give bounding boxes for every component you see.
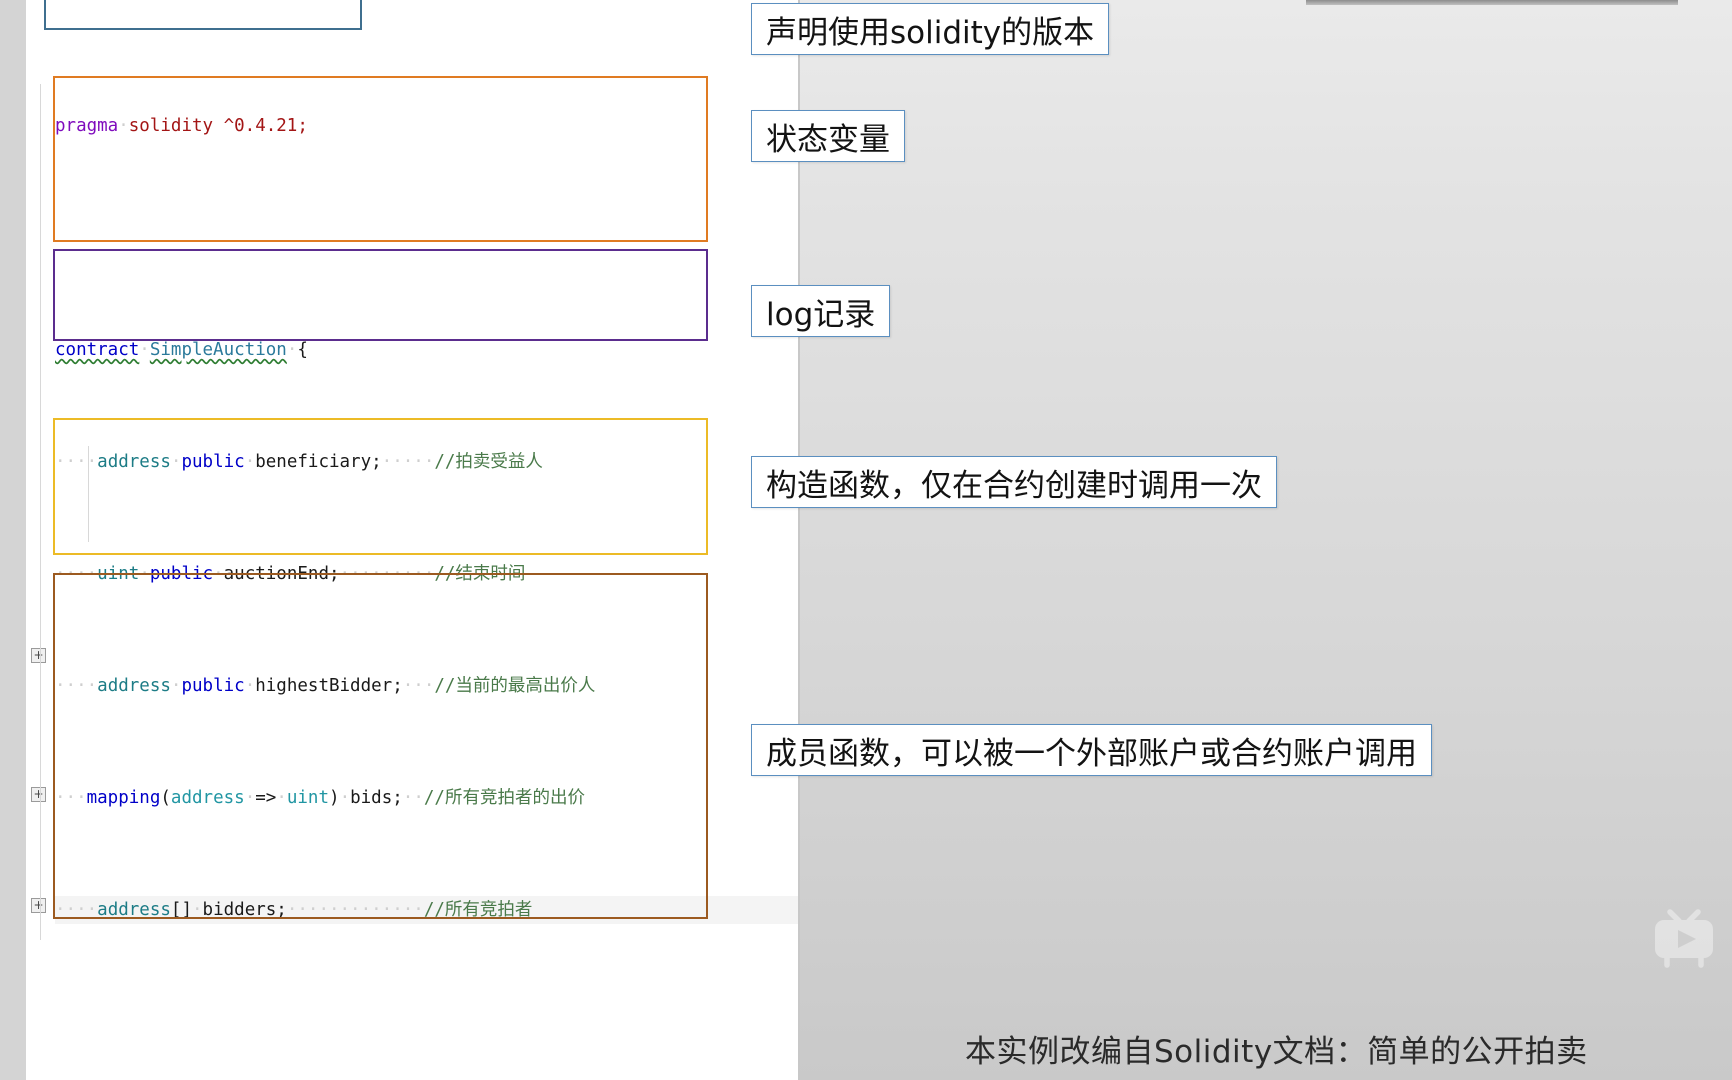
token-contract-keyword: contract [55,340,140,360]
code-line: ····address[]·bidders;·············//所有竞… [55,896,798,924]
comment-endtime: //结束时间 [434,564,526,584]
code-line: ····uint·public·auctionEnd;·········//结束… [55,564,526,584]
comment-all-bidders: //所有竞拍者 [423,900,533,920]
token-type-address: address [97,452,171,472]
annotation-label: 构造函数，仅在合约创建时调用一次 [766,467,1262,504]
token-pragma: pragma [55,116,119,136]
token-contract-name: SimpleAuction [149,340,287,360]
code-line: ···mapping(address·=>·uint)·bids;··//所有竞… [55,788,585,808]
bilibili-tv-play-icon [1655,909,1713,968]
token-ident-auctionend: auctionEnd; [223,564,340,584]
code-line: pragma·solidity ^0.4.21; [55,116,308,136]
annotation-state-vars-note[interactable]: 状态变量 [751,110,905,162]
slide-footer-note: 本实例改编自Solidity文档：简单的公开拍卖 [965,1034,1588,1070]
annotation-version-note[interactable]: 声明使用solidity的版本 [751,3,1110,55]
top-window-strip [1306,0,1678,5]
fold-toggle-pay2beneficiary[interactable]: + [31,898,46,913]
code-text-area[interactable]: pragma·solidity ^0.4.21; contract·Simple… [55,0,798,1080]
token-type-address: address [170,788,245,808]
token-type-uint: uint [286,788,330,808]
token-brace: { [297,340,308,360]
annotation-constructor-note[interactable]: 构造函数，仅在合约创建时调用一次 [751,456,1277,508]
token-type-address-array: address [97,900,171,920]
token-solidity-version: solidity ^0.4.21; [128,116,308,136]
token-public: public [149,564,214,584]
comment-beneficiary: //拍卖受益人 [434,452,543,472]
comment-highest-bidder: //当前的最高出价人 [434,676,596,696]
token-mapping: mapping [86,788,161,808]
code-line: ····address·public·beneficiary;·····//拍卖… [55,452,543,472]
annotation-member-fn-note[interactable]: 成员函数，可以被一个外部账户或合约账户调用 [751,724,1432,776]
code-editor-pane[interactable]: + + + pragma·solidity ^0.4.21; contract·… [0,0,800,1080]
token-ident-bidders: bidders; [202,900,287,920]
token-ident-beneficiary: beneficiary; [255,452,382,472]
token-ident-bids: bids; [350,788,403,808]
code-line: contract·SimpleAuction·{ [55,340,308,360]
token-type-address: address [97,676,171,696]
annotation-log-note[interactable]: log记录 [751,285,891,337]
indent-guide [40,84,41,940]
editor-gutter [0,0,26,1080]
token-ident-highestbidder: highestBidder; [255,676,403,696]
annotation-label: 成员函数，可以被一个外部账户或合约账户调用 [766,735,1417,772]
annotation-label: log记录 [766,296,876,333]
fold-toggle-bid[interactable]: + [31,648,46,663]
annotation-label: 状态变量 [766,121,890,158]
comment-all-bids: //所有竞拍者的出价 [423,788,585,808]
token-type-uint: uint [97,564,140,584]
annotation-label: 声明使用solidity的版本 [766,14,1095,51]
token-public: public [181,676,245,696]
fold-toggle-withdraw[interactable]: + [31,787,46,802]
code-line: ····address·public·highestBidder;···//当前… [55,676,596,696]
token-public: public [181,452,245,472]
